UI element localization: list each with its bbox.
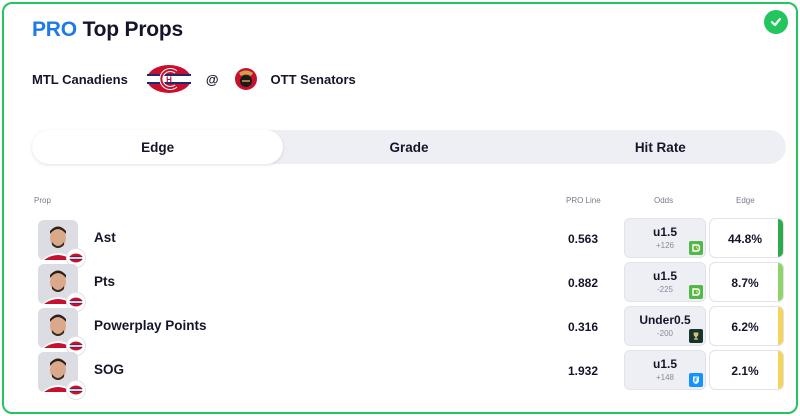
player-avatar <box>38 352 86 400</box>
away-team-name: OTT Senators <box>270 71 356 87</box>
column-header-edge: Edge <box>736 196 755 205</box>
fanduel-icon <box>689 373 703 387</box>
edge-indicator <box>778 219 783 257</box>
odds-line: u1.5 <box>652 357 677 371</box>
prop-name: SOG <box>94 362 125 377</box>
edge-indicator <box>778 351 783 389</box>
tab-hit-rate[interactable]: Hit Rate <box>535 130 786 164</box>
tab-edge[interactable]: Edge <box>32 130 284 164</box>
edge-cell: 44.8% <box>709 218 784 258</box>
prop-name: Ast <box>94 230 116 245</box>
title-rest: Top Props <box>82 18 184 41</box>
edge-value: 6.2% <box>731 320 759 334</box>
tab-grade[interactable]: Grade <box>283 130 534 164</box>
table-row[interactable]: SOG 1.932 u1.5 +148 2.1% <box>32 350 786 400</box>
edge-cell: 2.1% <box>709 350 784 390</box>
player-avatar <box>38 308 86 356</box>
props-card: PRO Top Props MTL Canadiens H @ OTT Sena… <box>2 2 798 414</box>
canadiens-logo-icon: H <box>146 65 191 93</box>
odds-line: Under0.5 <box>639 313 691 327</box>
column-header-prop: Prop <box>34 196 51 205</box>
column-header-pro-line: PRO Line <box>566 196 601 205</box>
table-row[interactable]: Powerplay Points 0.316 Under0.5 -200 6.2… <box>32 306 786 356</box>
senators-logo-icon <box>234 68 257 90</box>
draftkings-icon <box>689 285 703 299</box>
prop-name: Pts <box>94 274 116 289</box>
odds-line: u1.5 <box>652 269 677 283</box>
tab-bar: Edge Grade Hit Rate <box>32 130 786 164</box>
edge-indicator <box>778 307 783 345</box>
edge-value: 44.8% <box>727 232 763 246</box>
table-row[interactable]: Ast 0.563 u1.5 +126 44.8% <box>32 218 786 268</box>
edge-cell: 8.7% <box>709 262 784 302</box>
edge-indicator <box>778 263 783 301</box>
draftkings-icon <box>689 241 703 255</box>
edge-cell: 6.2% <box>709 306 784 346</box>
column-header-odds: Odds <box>654 196 674 205</box>
odds-cell[interactable]: u1.5 +148 <box>624 350 706 390</box>
odds-line: u1.5 <box>652 225 677 239</box>
stanley-cup-icon <box>689 329 703 343</box>
edge-value: 2.1% <box>731 364 759 378</box>
player-avatar <box>38 220 86 268</box>
odds-cell[interactable]: u1.5 +126 <box>624 218 706 258</box>
svg-text:H: H <box>166 76 172 85</box>
home-team-name: MTL Canadiens <box>32 71 128 87</box>
pro-line-value: 0.882 <box>568 276 599 290</box>
page-title: PRO Top Props <box>32 18 183 42</box>
odds-cell[interactable]: u1.5 -225 <box>624 262 706 302</box>
pro-line-value: 1.932 <box>568 364 599 378</box>
table-row[interactable]: Pts 0.882 u1.5 -225 8.7% <box>32 262 786 312</box>
edge-value: 8.7% <box>731 276 759 290</box>
player-avatar <box>38 264 86 312</box>
at-separator: @ <box>205 71 219 87</box>
title-pro: PRO <box>32 18 77 41</box>
odds-cell[interactable]: Under0.5 -200 <box>624 306 706 346</box>
pro-line-value: 0.316 <box>568 320 599 334</box>
pro-line-value: 0.563 <box>568 232 599 246</box>
prop-name: Powerplay Points <box>94 318 207 333</box>
matchup: MTL Canadiens H @ OTT Senators <box>32 64 356 94</box>
team-badge-icon <box>66 380 86 400</box>
verified-check-icon <box>764 10 788 34</box>
